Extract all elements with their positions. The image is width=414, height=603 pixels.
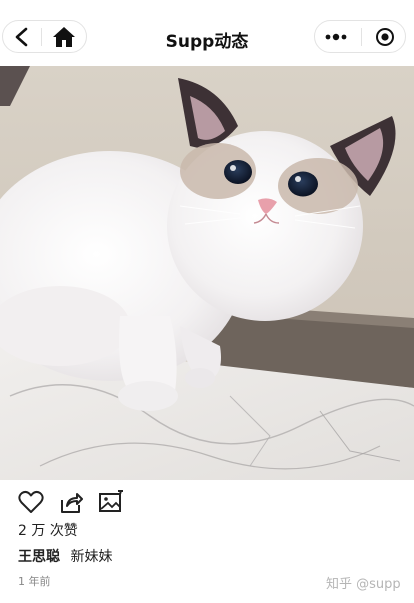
- like-count-number: 2 万: [18, 523, 46, 539]
- post-username[interactable]: 王思聪: [18, 549, 60, 565]
- like-count: 2 万 次赞: [18, 520, 78, 540]
- nav-capsule-right: [314, 20, 406, 53]
- like-count-suffix: 次赞: [49, 523, 78, 539]
- top-nav-bar: Supp动态: [0, 0, 414, 66]
- post-photo[interactable]: [0, 66, 414, 480]
- close-target-icon[interactable]: [375, 27, 395, 47]
- heart-icon[interactable]: [18, 489, 44, 515]
- post-actions: [18, 489, 124, 515]
- watermark: 知乎 @supp: [326, 577, 401, 592]
- post-caption-text: 新妹妹: [70, 549, 113, 565]
- image-save-icon[interactable]: [98, 489, 124, 515]
- share-icon[interactable]: [58, 489, 84, 515]
- post-timestamp: 1 年前: [18, 575, 51, 588]
- capsule-divider: [360, 27, 362, 46]
- post-caption: 王思聪 新妹妹: [18, 546, 112, 566]
- more-dots-icon[interactable]: [325, 33, 347, 41]
- kitten-photo: [0, 66, 414, 480]
